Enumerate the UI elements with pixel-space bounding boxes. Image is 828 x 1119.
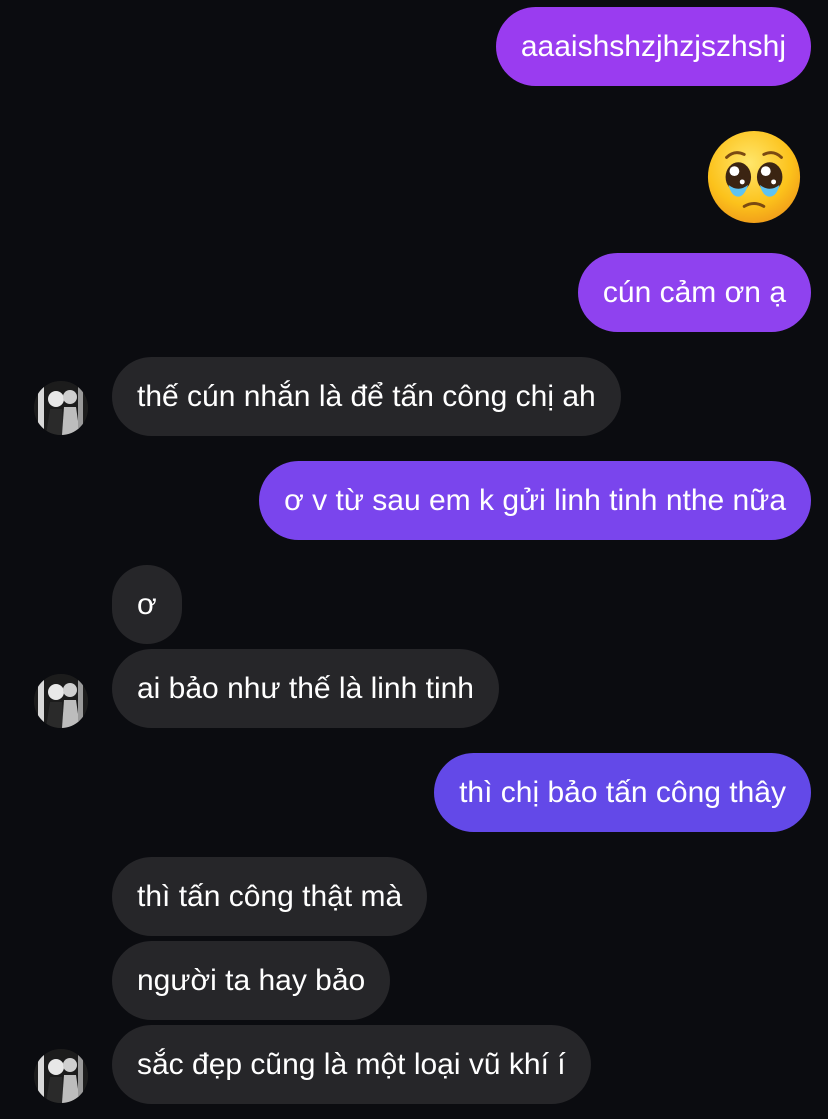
message-text: thì tấn công thật mà [137, 879, 403, 913]
message-text: sắc đẹp cũng là một loại vũ khí í [137, 1047, 566, 1081]
incoming-message[interactable]: sắc đẹp cũng là một loại vũ khí í [112, 1025, 591, 1104]
avatar[interactable] [34, 381, 88, 435]
incoming-message[interactable]: thì tấn công thật mà [112, 857, 428, 936]
outgoing-message[interactable]: ơ v từ sau em k gửi linh tinh nthe nữa [259, 461, 811, 540]
message-text: aaaishshzjhzjszhshj [520, 29, 786, 63]
incoming-message[interactable]: thế cún nhắn là để tấn công chị ah [112, 357, 621, 436]
message-text: thế cún nhắn là để tấn công chị ah [137, 379, 596, 413]
avatar[interactable] [34, 1049, 88, 1103]
message-text: ơ v từ sau em k gửi linh tinh nthe nữa [284, 483, 786, 517]
message-text: thì chị bảo tấn công thây [459, 775, 786, 809]
incoming-message[interactable]: ai bảo như thế là linh tinh [112, 649, 499, 728]
pleading-face-emoji[interactable] [705, 128, 803, 226]
outgoing-message[interactable]: aaaishshzjhzjszhshj [495, 7, 811, 86]
outgoing-message[interactable]: thì chị bảo tấn công thây [434, 753, 811, 832]
incoming-message[interactable]: ơ [112, 565, 182, 644]
message-text: ai bảo như thế là linh tinh [137, 671, 474, 705]
incoming-message[interactable]: người ta hay bảo [112, 941, 391, 1020]
avatar[interactable] [34, 674, 88, 728]
message-text: cún cảm ơn ạ [602, 275, 786, 309]
message-text: ơ [137, 587, 157, 621]
message-text: người ta hay bảo [137, 963, 366, 997]
outgoing-message[interactable]: cún cảm ơn ạ [577, 253, 811, 332]
